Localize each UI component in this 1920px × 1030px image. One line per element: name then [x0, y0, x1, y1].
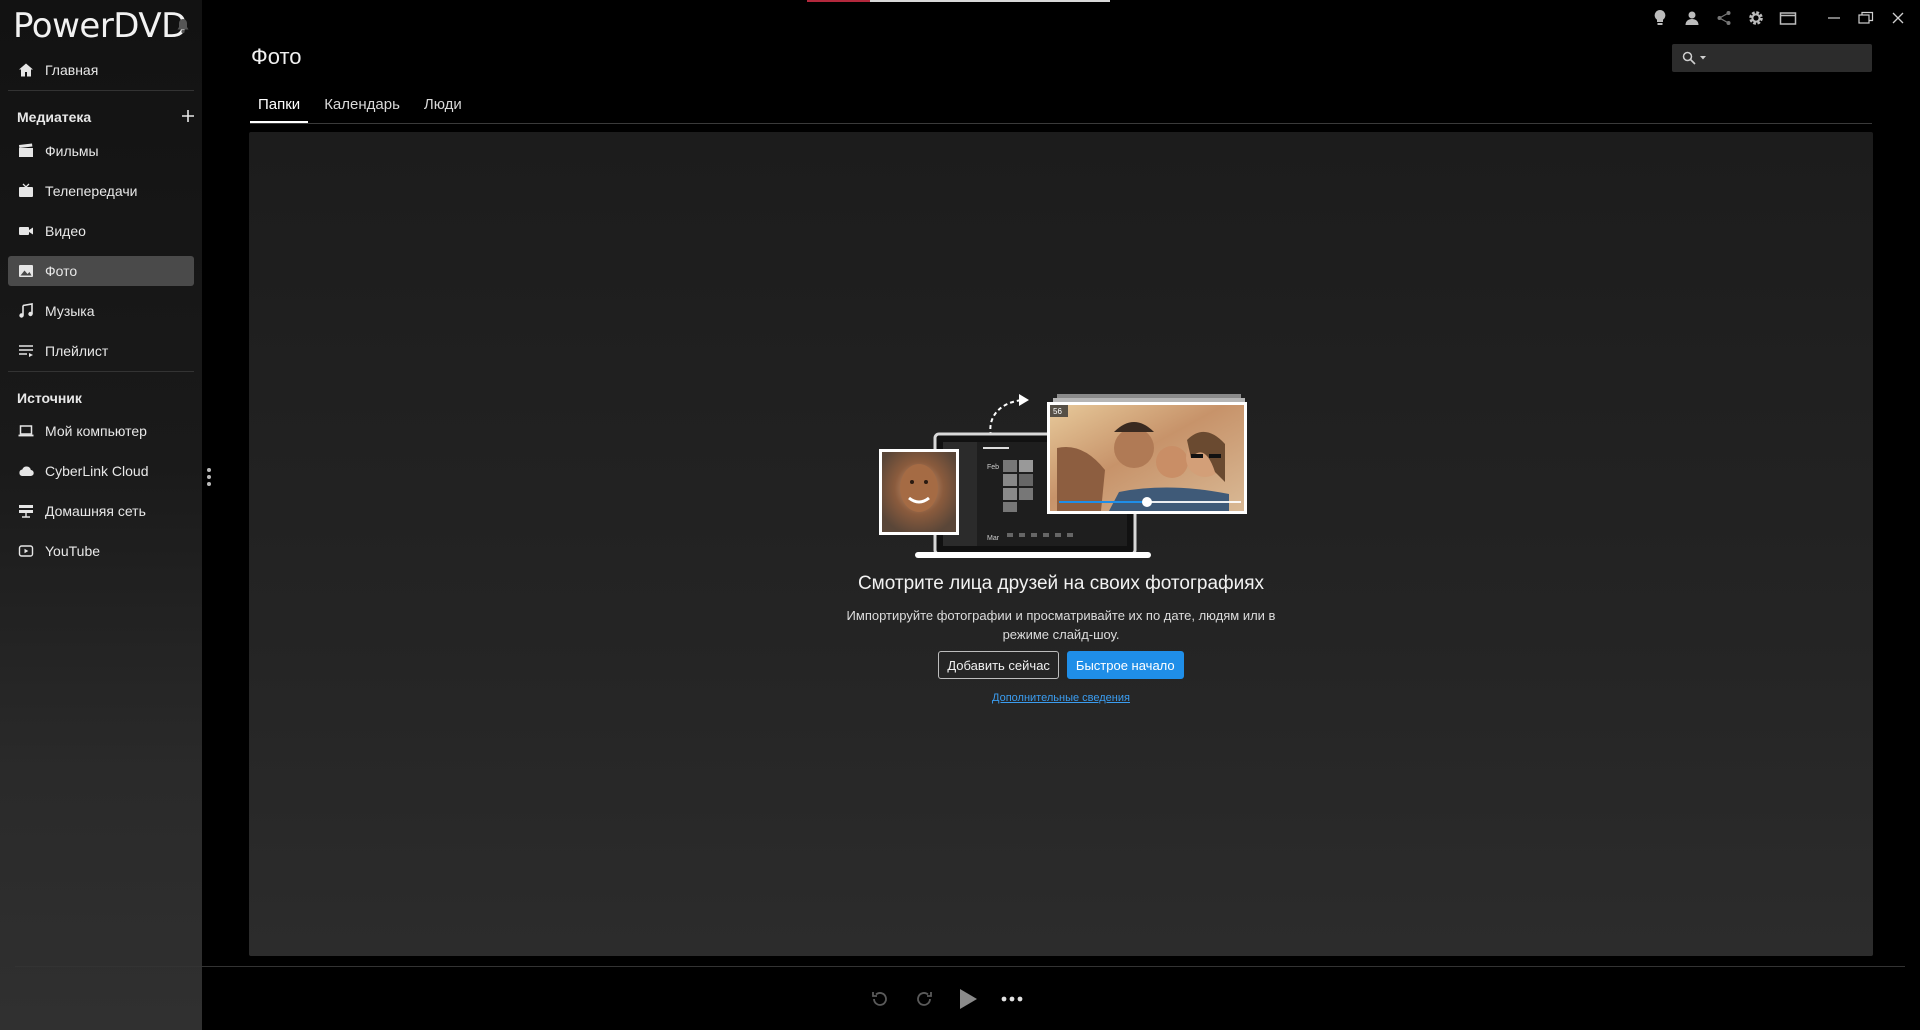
tab-folders[interactable]: Папки [250, 92, 309, 124]
chevron-down-icon[interactable] [1699, 55, 1707, 61]
video-camera-icon [17, 222, 35, 240]
settings-icon[interactable] [1740, 0, 1772, 36]
more-icon[interactable] [990, 984, 1034, 1014]
sidebar-item-label: Телепередачи [45, 183, 138, 199]
sidebar-item-label: CyberLink Cloud [45, 463, 149, 479]
sidebar-item-music[interactable]: Музыка [8, 296, 194, 326]
window-toolbar [1644, 0, 1920, 36]
user-icon[interactable] [1676, 0, 1708, 36]
sidebar-item-label: Главная [45, 62, 99, 78]
sidebar-item-video[interactable]: Видео [8, 216, 194, 246]
photo-icon [17, 262, 35, 280]
app-title: PowerDVD [13, 6, 187, 46]
sidebar-item-photo[interactable]: Фото [8, 256, 194, 286]
library-section-title: Медиатека [17, 109, 92, 125]
sidebar-item-youtube[interactable]: YouTube [8, 536, 194, 566]
powerdvd-window: PowerDVD Главная Медиатека Фильмы Телепе… [0, 0, 1920, 1030]
sidebar-item-cyberlink-cloud[interactable]: CyberLink Cloud [8, 456, 194, 486]
source-section-title: Источник [17, 390, 82, 406]
tabs-divider [250, 123, 1872, 124]
sidebar-item-label: Домашняя сеть [45, 503, 146, 519]
sidebar-item-home-network[interactable]: Домашняя сеть [8, 496, 194, 526]
search-icon[interactable] [1682, 51, 1696, 65]
forward-icon[interactable] [902, 984, 946, 1014]
illustration-month-mar: Mar [987, 535, 1000, 542]
share-icon[interactable] [1708, 0, 1740, 36]
tab-bar: Папки Календарь Люди [250, 92, 478, 124]
sidebar: PowerDVD Главная Медиатека Фильмы Телепе… [0, 0, 202, 1030]
home-icon [17, 61, 35, 79]
sidebar-item-home[interactable]: Главная [8, 55, 194, 85]
sidebar-item-label: Фильмы [45, 143, 99, 159]
tab-calendar[interactable]: Календарь [316, 92, 408, 124]
sidebar-divider [8, 90, 194, 91]
top-accent-bar-red [807, 0, 870, 2]
add-now-button[interactable]: Добавить сейчас [938, 651, 1059, 679]
tv-icon [17, 182, 35, 200]
sidebar-item-label: Мой компьютер [45, 423, 147, 439]
play-icon[interactable] [946, 984, 990, 1014]
empty-state-illustration: Feb Mar 56 [879, 394, 1247, 558]
close-icon[interactable] [1882, 0, 1914, 36]
search-box[interactable] [1672, 44, 1872, 72]
laptop-icon [17, 422, 35, 440]
sidebar-item-label: Фото [45, 263, 78, 279]
quick-start-button[interactable]: Быстрое начало [1066, 651, 1184, 679]
page-title: Фото [251, 44, 302, 69]
empty-state-description: Импортируйте фотографии и просматривайте… [846, 608, 1276, 642]
add-library-icon[interactable] [180, 108, 196, 124]
content-panel: Feb Mar 56 Смотрите лица друзей на своих… [249, 132, 1873, 956]
more-info-link[interactable]: Дополнительные сведения [249, 692, 1873, 704]
sidebar-item-my-computer[interactable]: Мой компьютер [8, 416, 194, 446]
sidebar-item-playlist[interactable]: Плейлист [8, 336, 194, 366]
bell-icon[interactable] [176, 18, 190, 34]
empty-state-actions: Добавить сейчас Быстрое начало [249, 651, 1873, 679]
movies-icon [17, 142, 35, 160]
rewind-icon[interactable] [858, 984, 902, 1014]
illustration-badge: 56 [1053, 407, 1062, 416]
illustration-month-feb: Feb [987, 464, 999, 471]
empty-state-headline: Смотрите лица друзей на своих фотография… [857, 573, 1265, 594]
lightbulb-icon[interactable] [1644, 0, 1676, 36]
music-note-icon [17, 302, 35, 320]
sidebar-divider [8, 371, 194, 372]
restore-icon[interactable] [1850, 0, 1882, 36]
cloud-icon [17, 462, 35, 480]
sidebar-resize-handle[interactable] [205, 466, 213, 492]
sidebar-item-label: Музыка [45, 303, 95, 319]
sidebar-item-label: Плейлист [45, 343, 109, 359]
mini-player-icon[interactable] [1772, 0, 1804, 36]
tab-people[interactable]: Люди [416, 92, 470, 124]
sidebar-item-movies[interactable]: Фильмы [8, 136, 194, 166]
player-controls [858, 984, 1034, 1014]
sidebar-item-tv[interactable]: Телепередачи [8, 176, 194, 206]
sidebar-item-label: YouTube [45, 543, 101, 559]
minimize-icon[interactable] [1818, 0, 1850, 36]
network-icon [17, 502, 35, 520]
player-divider [15, 966, 1905, 967]
youtube-icon [17, 542, 35, 560]
sidebar-item-label: Видео [45, 223, 86, 239]
search-input[interactable] [1711, 50, 1861, 66]
playlist-icon [17, 342, 35, 360]
